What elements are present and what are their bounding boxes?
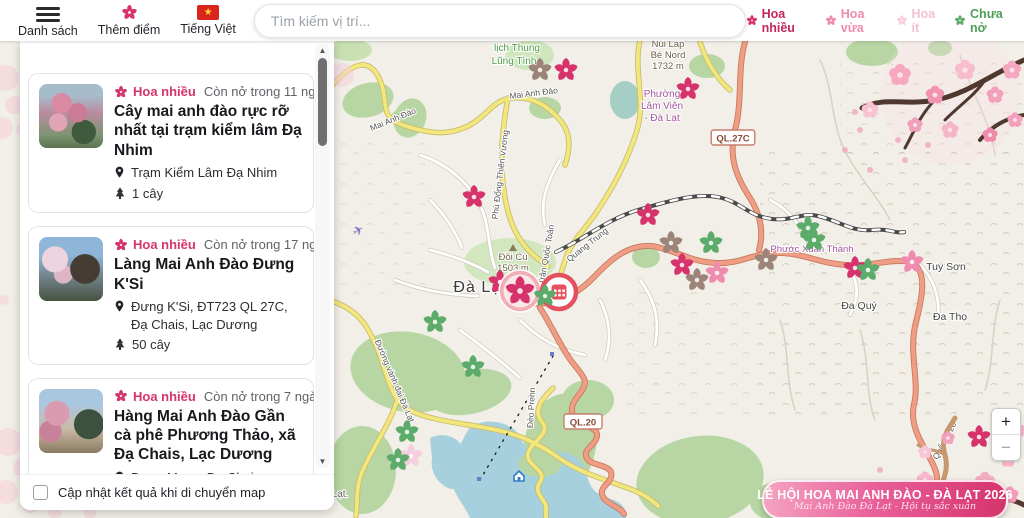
sidebar-panel: Hoa nhiều Còn nở trong 11 ngày Cây mai a… bbox=[20, 41, 334, 510]
update-on-move-label: Cập nhật kết quả khi di chuyển map bbox=[58, 485, 265, 500]
legend-item[interactable]: Hoa ít bbox=[896, 7, 939, 35]
map-label: Lâm Viên bbox=[641, 101, 683, 112]
days-remaining: Còn nở trong 11 ngày bbox=[204, 84, 314, 99]
update-on-move-checkbox[interactable] bbox=[33, 485, 48, 500]
banner-title: LỄ HỘI HOA MAI ANH ĐÀO - ĐÀ LẠT 2026 bbox=[757, 488, 1013, 502]
legend-item[interactable]: Hoa vừa bbox=[825, 7, 881, 35]
list-item[interactable]: Hoa nhiều Còn nở trong 7 ngày Hàng Mai A… bbox=[28, 378, 314, 475]
map-label: 1732 m bbox=[652, 61, 684, 72]
vietnam-flag-icon: ★ bbox=[197, 5, 219, 20]
card-title: Cây mai anh đào rực rỡ nhất tại trạm kiể… bbox=[114, 102, 303, 160]
card-location: Đưng K'Si, ĐT723 QL 27C, Đạ Chais, Lạc D… bbox=[131, 298, 303, 333]
language-button[interactable]: ★ Tiếng Việt bbox=[174, 3, 242, 38]
days-remaining: Còn nở trong 7 ngày bbox=[204, 389, 314, 404]
zoom-in-button[interactable]: + bbox=[992, 409, 1020, 434]
flower-icon bbox=[114, 85, 128, 99]
tree-icon bbox=[114, 186, 126, 200]
card-location: Trạm Kiểm Lâm Đạ Nhim bbox=[131, 164, 277, 182]
road-ref-badge: QL.20 bbox=[564, 414, 602, 429]
scroll-down-icon[interactable]: ▼ bbox=[315, 457, 330, 466]
card-photo bbox=[39, 84, 103, 148]
map-label: Tuy Sơn bbox=[926, 261, 966, 273]
location-pin-icon bbox=[114, 165, 125, 180]
flower-icon bbox=[114, 389, 128, 403]
banner-subtitle: Mai Anh Đào Đà Lạt - Hội tụ sắc xuân bbox=[794, 501, 976, 512]
festival-banner: LỄ HỘI HOA MAI ANH ĐÀO - ĐÀ LẠT 2026 Mai… bbox=[762, 480, 1008, 518]
bloom-level-badge: Hoa nhiều bbox=[133, 237, 196, 252]
legend-label: Hoa nhiều bbox=[762, 7, 810, 35]
scrollbar[interactable]: ▲ ▼ bbox=[315, 44, 330, 468]
app: ✈ QL.27CQL.20 Đà LạtĐồi Cù1503 mNúi LapB… bbox=[0, 0, 1024, 518]
results-list: Hoa nhiều Còn nở trong 11 ngày Cây mai a… bbox=[20, 41, 314, 475]
scroll-up-icon[interactable]: ▲ bbox=[315, 46, 330, 55]
map-label: lịch Thung bbox=[494, 43, 540, 54]
legend-item[interactable]: Chưa nở bbox=[954, 7, 1012, 35]
tree-count: 50 cây bbox=[132, 336, 170, 354]
svg-text:QL.27C: QL.27C bbox=[716, 134, 749, 145]
flower-icon bbox=[746, 13, 758, 28]
svg-text:QL.20: QL.20 bbox=[570, 418, 596, 429]
tree-icon bbox=[114, 337, 126, 351]
legend-label: Hoa ít bbox=[912, 7, 940, 35]
legend-item[interactable]: Hoa nhiều bbox=[746, 7, 810, 35]
flower-icon bbox=[114, 238, 128, 252]
card-title: Hàng Mai Anh Đào Gần cà phê Phương Thảo,… bbox=[114, 407, 303, 465]
map-label: Bé Nord bbox=[651, 50, 686, 61]
list-item[interactable]: Hoa nhiều Còn nở trong 11 ngày Cây mai a… bbox=[28, 73, 314, 213]
flower-cluster-marker[interactable] bbox=[499, 270, 541, 312]
zoom-out-button[interactable]: − bbox=[992, 435, 1020, 460]
tree-count: 1 cây bbox=[132, 185, 163, 203]
map-label: Phường bbox=[644, 89, 681, 100]
menu-button[interactable]: Danh sách bbox=[12, 2, 84, 40]
menu-icon bbox=[36, 4, 60, 22]
zoom-control: + − bbox=[991, 408, 1021, 461]
flower-icon bbox=[825, 13, 837, 28]
road-ref-badge: QL.27C bbox=[711, 130, 755, 145]
flower-icon bbox=[896, 13, 908, 28]
map-label: Đồi Cù bbox=[498, 252, 527, 263]
add-point-label: Thêm điểm bbox=[98, 23, 161, 37]
menu-label: Danh sách bbox=[18, 24, 78, 38]
map-label: Lũng Tình bbox=[492, 56, 537, 67]
map-label: - Đà Lạt bbox=[644, 113, 680, 124]
flower-icon bbox=[954, 13, 966, 28]
map-label: Đa Thọ bbox=[933, 311, 967, 323]
map-label: Đèo Prenn bbox=[525, 387, 537, 428]
flower-icon bbox=[121, 4, 138, 21]
language-label: Tiếng Việt bbox=[180, 22, 236, 36]
top-bar: Danh sách Thêm điểm ★ Tiếng Việt Hoa nhi… bbox=[0, 0, 1024, 41]
list-item[interactable]: Hoa nhiều Còn nở trong 17 ngày Làng Mai … bbox=[28, 226, 314, 364]
map-label: Đa Quý bbox=[841, 300, 877, 312]
card-photo bbox=[39, 237, 103, 301]
search-input[interactable] bbox=[254, 4, 746, 38]
days-remaining: Còn nở trong 17 ngày bbox=[204, 237, 314, 252]
add-point-button[interactable]: Thêm điểm bbox=[92, 2, 167, 39]
update-on-move-row: Cập nhật kết quả khi di chuyển map bbox=[20, 474, 334, 510]
bloom-level-badge: Hoa nhiều bbox=[133, 389, 196, 404]
card-photo bbox=[39, 389, 103, 453]
location-pin-icon bbox=[114, 299, 125, 314]
bloom-legend: Hoa nhiều Hoa vừa Hoa ít Chưa nở bbox=[746, 7, 1024, 35]
bloom-level-badge: Hoa nhiều bbox=[133, 84, 196, 99]
scrollbar-thumb[interactable] bbox=[318, 58, 327, 146]
card-title: Làng Mai Anh Đào Đưng K'Si bbox=[114, 255, 303, 294]
legend-label: Chưa nở bbox=[970, 7, 1012, 35]
map-label: Lạt. bbox=[332, 489, 349, 500]
legend-label: Hoa vừa bbox=[841, 7, 881, 35]
